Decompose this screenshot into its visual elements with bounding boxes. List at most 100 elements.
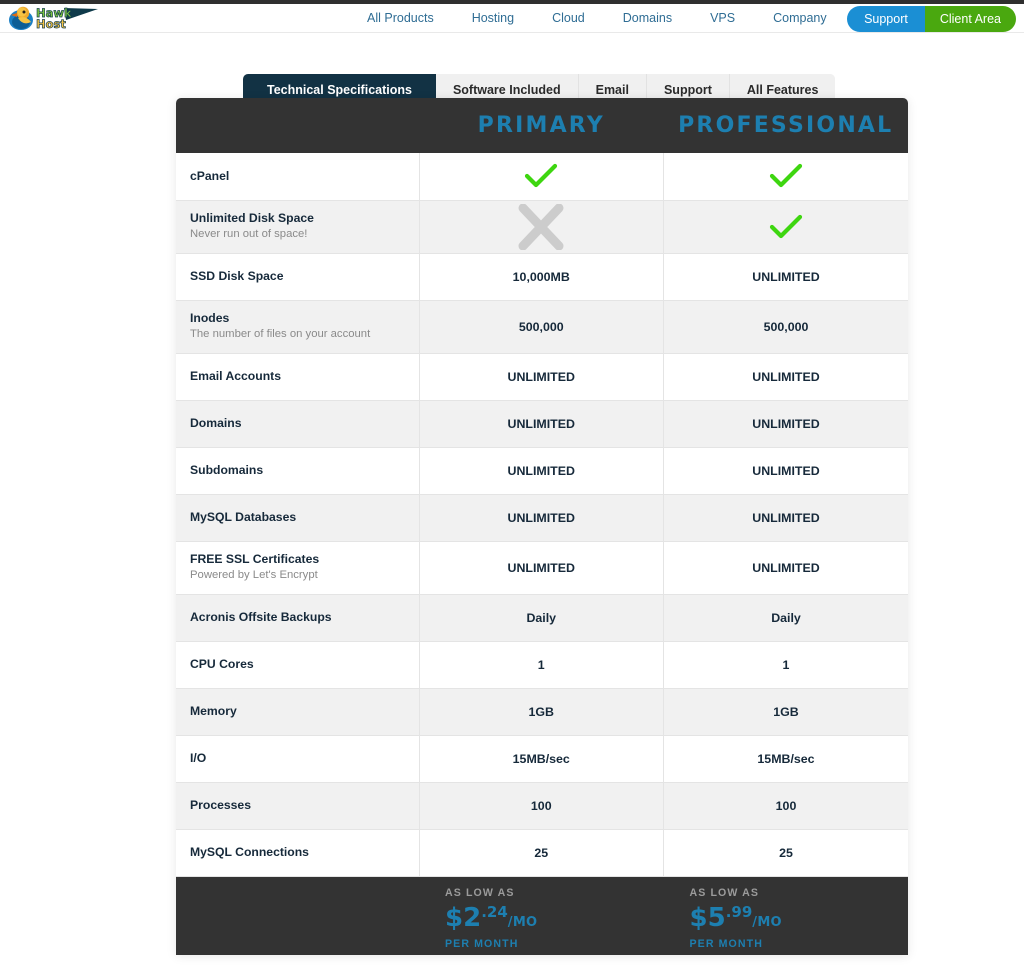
feature-title: Memory: [190, 704, 419, 719]
pricing-note-primary: PER MONTH: [445, 938, 664, 950]
feature-label-cell: I/O: [176, 735, 419, 782]
nav-item-company[interactable]: Company: [754, 4, 846, 33]
feature-label-cell: Domains: [176, 400, 419, 447]
table-row: FREE SSL CertificatesPowered by Let's En…: [176, 541, 908, 594]
cell-value: 1GB: [773, 705, 798, 719]
nav-item-all-products[interactable]: All Products: [348, 4, 453, 33]
primary-value-cell: 25: [419, 829, 664, 876]
feature-title: SSD Disk Space: [190, 269, 419, 284]
site-logo[interactable]: Hawk Host: [6, 4, 106, 33]
pricing-note-professional: PER MONTH: [690, 938, 909, 950]
feature-label-cell: Subdomains: [176, 447, 419, 494]
cell-value: UNLIMITED: [752, 270, 819, 284]
nav-item-domains[interactable]: Domains: [604, 4, 691, 33]
feature-label-cell: MySQL Connections: [176, 829, 419, 876]
feature-subtitle: Never run out of space!: [190, 227, 419, 242]
primary-value-cell: Daily: [419, 594, 664, 641]
pricing-dollars-primary: $2: [445, 903, 481, 933]
pricing-cents-primary: .24: [481, 903, 508, 921]
cell-value: 1GB: [529, 705, 554, 719]
table-row: Memory 1GB 1GB: [176, 688, 908, 735]
cell-value: 100: [776, 799, 797, 813]
table-row: Email Accounts UNLIMITED UNLIMITED: [176, 353, 908, 400]
cell-value: 25: [779, 846, 793, 860]
table-row: SSD Disk Space10,000MB UNLIMITED: [176, 253, 908, 300]
feature-title: I/O: [190, 751, 419, 766]
feature-title: Email Accounts: [190, 369, 419, 384]
primary-value-cell: [419, 153, 664, 200]
professional-value-cell: 25: [664, 829, 909, 876]
client-area-button[interactable]: Client Area: [925, 6, 1016, 32]
cell-value: Daily: [771, 611, 801, 625]
cell-value: 1: [783, 658, 790, 672]
cell-value: Daily: [526, 611, 556, 625]
table-row: CPU Cores 1 1: [176, 641, 908, 688]
column-header-primary: PRIMARY: [419, 98, 664, 153]
feature-label-cell: CPU Cores: [176, 641, 419, 688]
professional-value-cell: UNLIMITED: [664, 494, 909, 541]
cell-value: 1: [538, 658, 545, 672]
table-row: MySQL Connections2525: [176, 829, 908, 876]
feature-title: Processes: [190, 798, 419, 813]
feature-label-cell: MySQL Databases: [176, 494, 419, 541]
pricing-eyebrow-primary: AS LOW AS: [445, 887, 664, 899]
primary-value-cell: [419, 200, 664, 253]
feature-label-cell: Memory: [176, 688, 419, 735]
check-icon: [769, 219, 803, 233]
pricing-cents-professional: .99: [726, 903, 753, 921]
cell-value: 100: [531, 799, 552, 813]
professional-value-cell: 15MB/sec: [664, 735, 909, 782]
professional-value-cell: UNLIMITED: [664, 353, 909, 400]
primary-value-cell: 15MB/sec: [419, 735, 664, 782]
cell-value: UNLIMITED: [752, 511, 819, 525]
table-row: DomainsUNLIMITEDUNLIMITED: [176, 400, 908, 447]
professional-value-cell: 1GB: [664, 688, 909, 735]
nav-item-vps[interactable]: VPS: [691, 4, 754, 33]
table-row: cPanel: [176, 153, 908, 200]
cell-value: UNLIMITED: [752, 561, 819, 575]
primary-value-cell: 10,000MB: [419, 253, 664, 300]
table-row: Subdomains UNLIMITED UNLIMITED: [176, 447, 908, 494]
table-row: Acronis Offsite Backups Daily Daily: [176, 594, 908, 641]
tabbar-region: Technical Specifications Software Includ…: [0, 33, 1024, 80]
table-row: I/O15MB/sec15MB/sec: [176, 735, 908, 782]
primary-value-cell: UNLIMITED: [419, 494, 664, 541]
pricing-eyebrow-professional: AS LOW AS: [690, 887, 909, 899]
primary-value-cell: UNLIMITED: [419, 447, 664, 494]
nav-item-cloud[interactable]: Cloud: [533, 4, 604, 33]
feature-title: cPanel: [190, 169, 419, 184]
primary-value-cell: UNLIMITED: [419, 353, 664, 400]
primary-value-cell: 1: [419, 641, 664, 688]
feature-title: Acronis Offsite Backups: [190, 610, 419, 625]
pricing-footer-spacer: [176, 877, 419, 955]
feature-title: MySQL Connections: [190, 845, 419, 860]
professional-value-cell: 500,000: [664, 300, 909, 353]
check-icon: [524, 169, 558, 183]
cell-value: UNLIMITED: [508, 464, 575, 478]
professional-value-cell: UNLIMITED: [664, 400, 909, 447]
professional-value-cell: UNLIMITED: [664, 447, 909, 494]
pricing-cell-primary: AS LOW AS $2.24/MO PER MONTH: [419, 877, 664, 955]
cell-value: UNLIMITED: [508, 370, 575, 384]
pricing-amount-primary: $2.24/MO: [445, 905, 664, 931]
professional-value-cell: [664, 153, 909, 200]
pricing-cell-professional: AS LOW AS $5.99/MO PER MONTH: [664, 877, 909, 955]
cell-value: UNLIMITED: [508, 511, 575, 525]
primary-value-cell: 1GB: [419, 688, 664, 735]
table-row: InodesThe number of files on your accoun…: [176, 300, 908, 353]
professional-value-cell: UNLIMITED: [664, 541, 909, 594]
primary-value-cell: UNLIMITED: [419, 400, 664, 447]
feature-label-cell: SSD Disk Space: [176, 253, 419, 300]
cell-value: 15MB/sec: [757, 752, 814, 766]
feature-title: Domains: [190, 416, 419, 431]
nav-item-hosting[interactable]: Hosting: [453, 4, 533, 33]
professional-value-cell: 1: [664, 641, 909, 688]
feature-label-cell: Acronis Offsite Backups: [176, 594, 419, 641]
table-row: MySQL Databases UNLIMITED UNLIMITED: [176, 494, 908, 541]
professional-value-cell: UNLIMITED: [664, 253, 909, 300]
cell-value: UNLIMITED: [752, 464, 819, 478]
professional-value-cell: Daily: [664, 594, 909, 641]
pricing-footer: AS LOW AS $2.24/MO PER MONTH AS LOW AS $…: [176, 877, 908, 955]
support-button[interactable]: Support: [847, 6, 925, 32]
primary-value-cell: 100: [419, 782, 664, 829]
